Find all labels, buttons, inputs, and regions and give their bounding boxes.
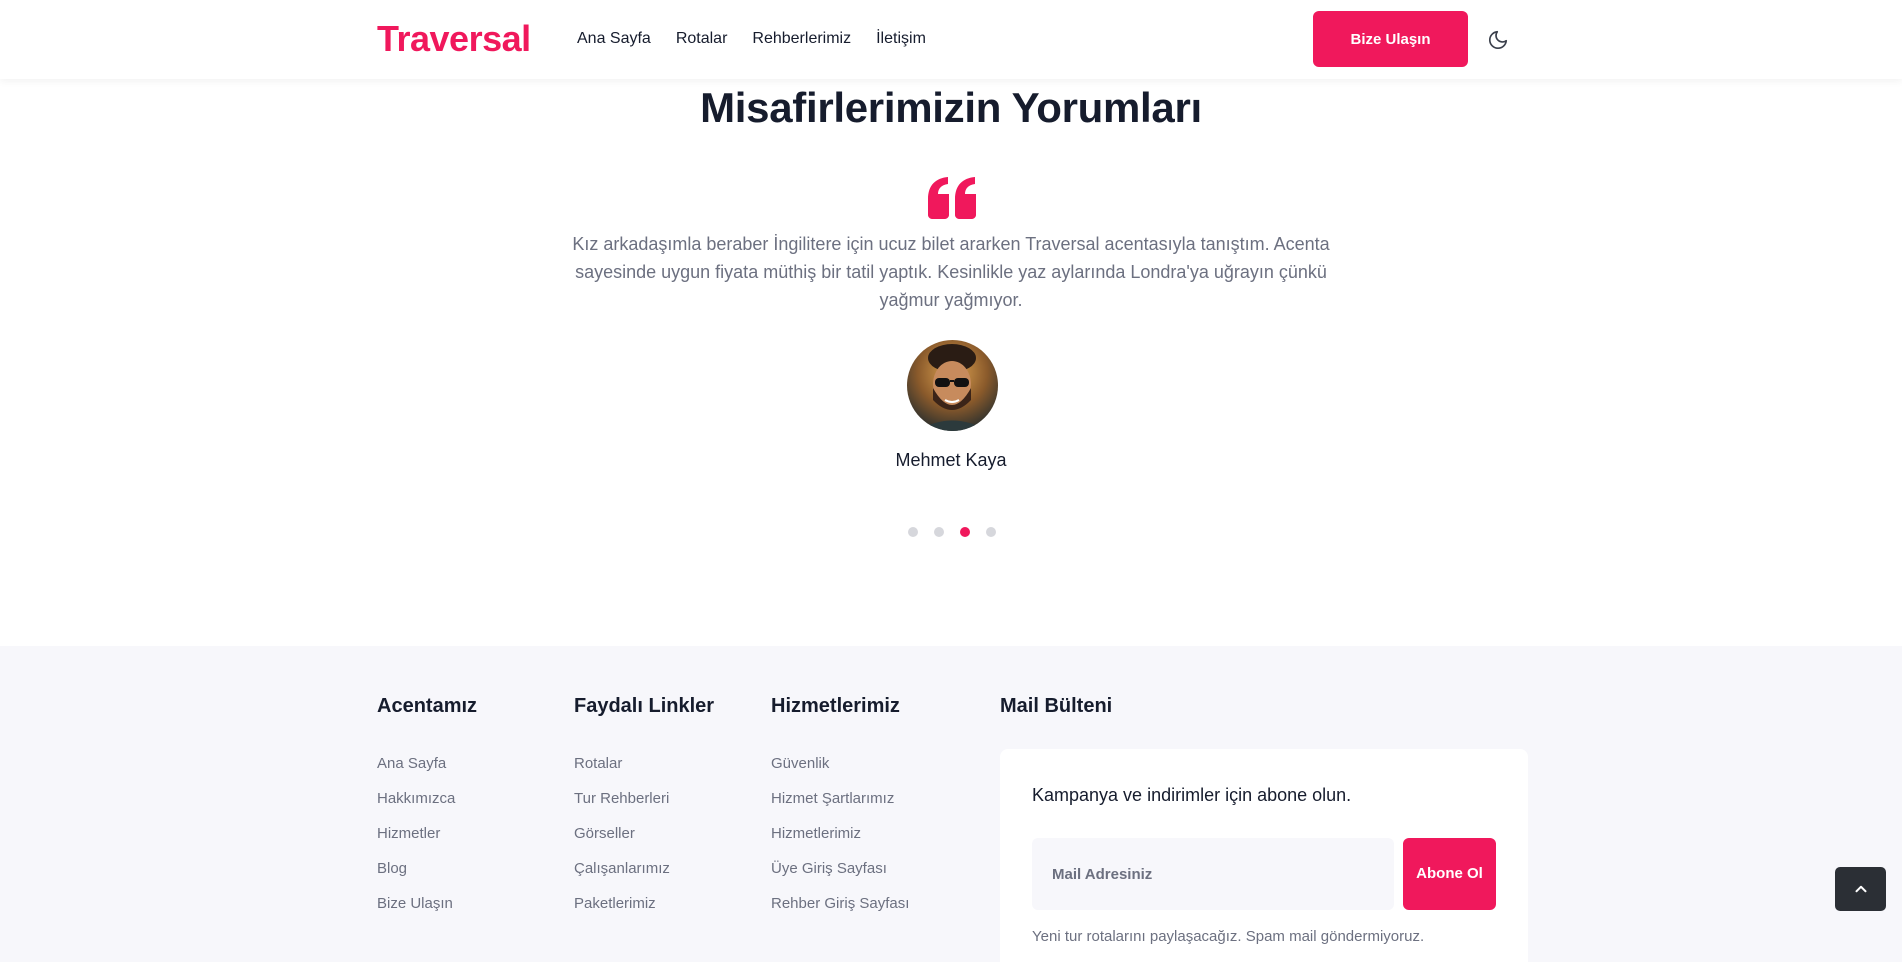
newsletter-card: Kampanya ve indirimler için abone olun. …	[1000, 749, 1528, 962]
subscribe-button[interactable]: Abone Ol	[1403, 838, 1496, 910]
section-title: Misafirlerimizin Yorumları	[700, 84, 1202, 131]
footer-col-agency: Acentamız Ana Sayfa Hakkımızca Hizmetler…	[377, 694, 477, 921]
footer-link-packages[interactable]: Paketlerimiz	[574, 886, 714, 921]
chevron-up-icon	[1855, 885, 1866, 893]
footer-link-services[interactable]: Hizmetler	[377, 816, 477, 851]
carousel-dot-4[interactable]	[986, 527, 996, 537]
testimonial-text: Kız arkadaşımla beraber İngilitere için …	[572, 234, 1330, 310]
author-name: Mehmet Kaya	[895, 450, 1007, 470]
logo[interactable]: Traversal	[377, 18, 531, 60]
site-header: Traversal Ana Sayfa Rotalar Rehberlerimi…	[0, 0, 1902, 79]
nav-item-guides[interactable]: Rehberlerimiz	[752, 28, 851, 50]
moon-icon[interactable]	[1485, 27, 1511, 53]
footer-col-our-services: Hizmetlerimiz Güvenlik Hizmet Şartlarımı…	[771, 694, 909, 921]
footer-col-title: Hizmetlerimiz	[771, 695, 900, 717]
footer-link-about[interactable]: Hakkımızca	[377, 781, 477, 816]
site-footer: Acentamız Ana Sayfa Hakkımızca Hizmetler…	[0, 646, 1902, 962]
newsletter-note: Yeni tur rotalarını paylaşacağız. Spam m…	[1032, 928, 1425, 945]
footer-link-guide-login[interactable]: Rehber Giriş Sayfası	[771, 886, 909, 921]
newsletter-lead: Kampanya ve indirimler için abone olun.	[1032, 785, 1352, 805]
nav-item-contact[interactable]: İletişim	[876, 28, 926, 50]
scroll-to-top-button[interactable]	[1835, 867, 1886, 911]
footer-link-blog[interactable]: Blog	[377, 851, 477, 886]
footer-link-security[interactable]: Güvenlik	[771, 746, 909, 781]
footer-link-tour-guides[interactable]: Tur Rehberleri	[574, 781, 714, 816]
contact-us-button[interactable]: Bize Ulaşın	[1313, 11, 1468, 67]
carousel-pagination	[908, 527, 996, 537]
footer-link-gallery[interactable]: Görseller	[574, 816, 714, 851]
footer-link-member-login[interactable]: Üye Giriş Sayfası	[771, 851, 909, 886]
footer-col-title: Mail Bülteni	[1000, 695, 1113, 717]
carousel-dot-2[interactable]	[934, 527, 944, 537]
footer-col-useful-links: Faydalı Linkler Rotalar Tur Rehberleri G…	[574, 694, 714, 921]
footer-link-our-services[interactable]: Hizmetlerimiz	[771, 816, 909, 851]
footer-col-newsletter: Mail Bülteni	[1000, 694, 1112, 746]
footer-link-contact[interactable]: Bize Ulaşın	[377, 886, 477, 921]
footer-link-employees[interactable]: Çalışanlarımız	[574, 851, 714, 886]
footer-link-home[interactable]: Ana Sayfa	[377, 746, 477, 781]
main-nav: Ana Sayfa Rotalar Rehberlerimiz İletişim	[577, 28, 951, 50]
avatar	[907, 340, 998, 431]
carousel-dot-1[interactable]	[908, 527, 918, 537]
carousel-dot-3[interactable]	[960, 527, 970, 537]
footer-col-title: Acentamız	[377, 695, 478, 717]
email-field[interactable]	[1032, 838, 1394, 910]
footer-col-title: Faydalı Linkler	[574, 695, 715, 717]
footer-link-terms[interactable]: Hizmet Şartlarımız	[771, 781, 909, 816]
nav-item-routes[interactable]: Rotalar	[676, 28, 728, 50]
quote-icon	[928, 177, 978, 219]
nav-item-home[interactable]: Ana Sayfa	[577, 28, 651, 50]
footer-link-routes[interactable]: Rotalar	[574, 746, 714, 781]
